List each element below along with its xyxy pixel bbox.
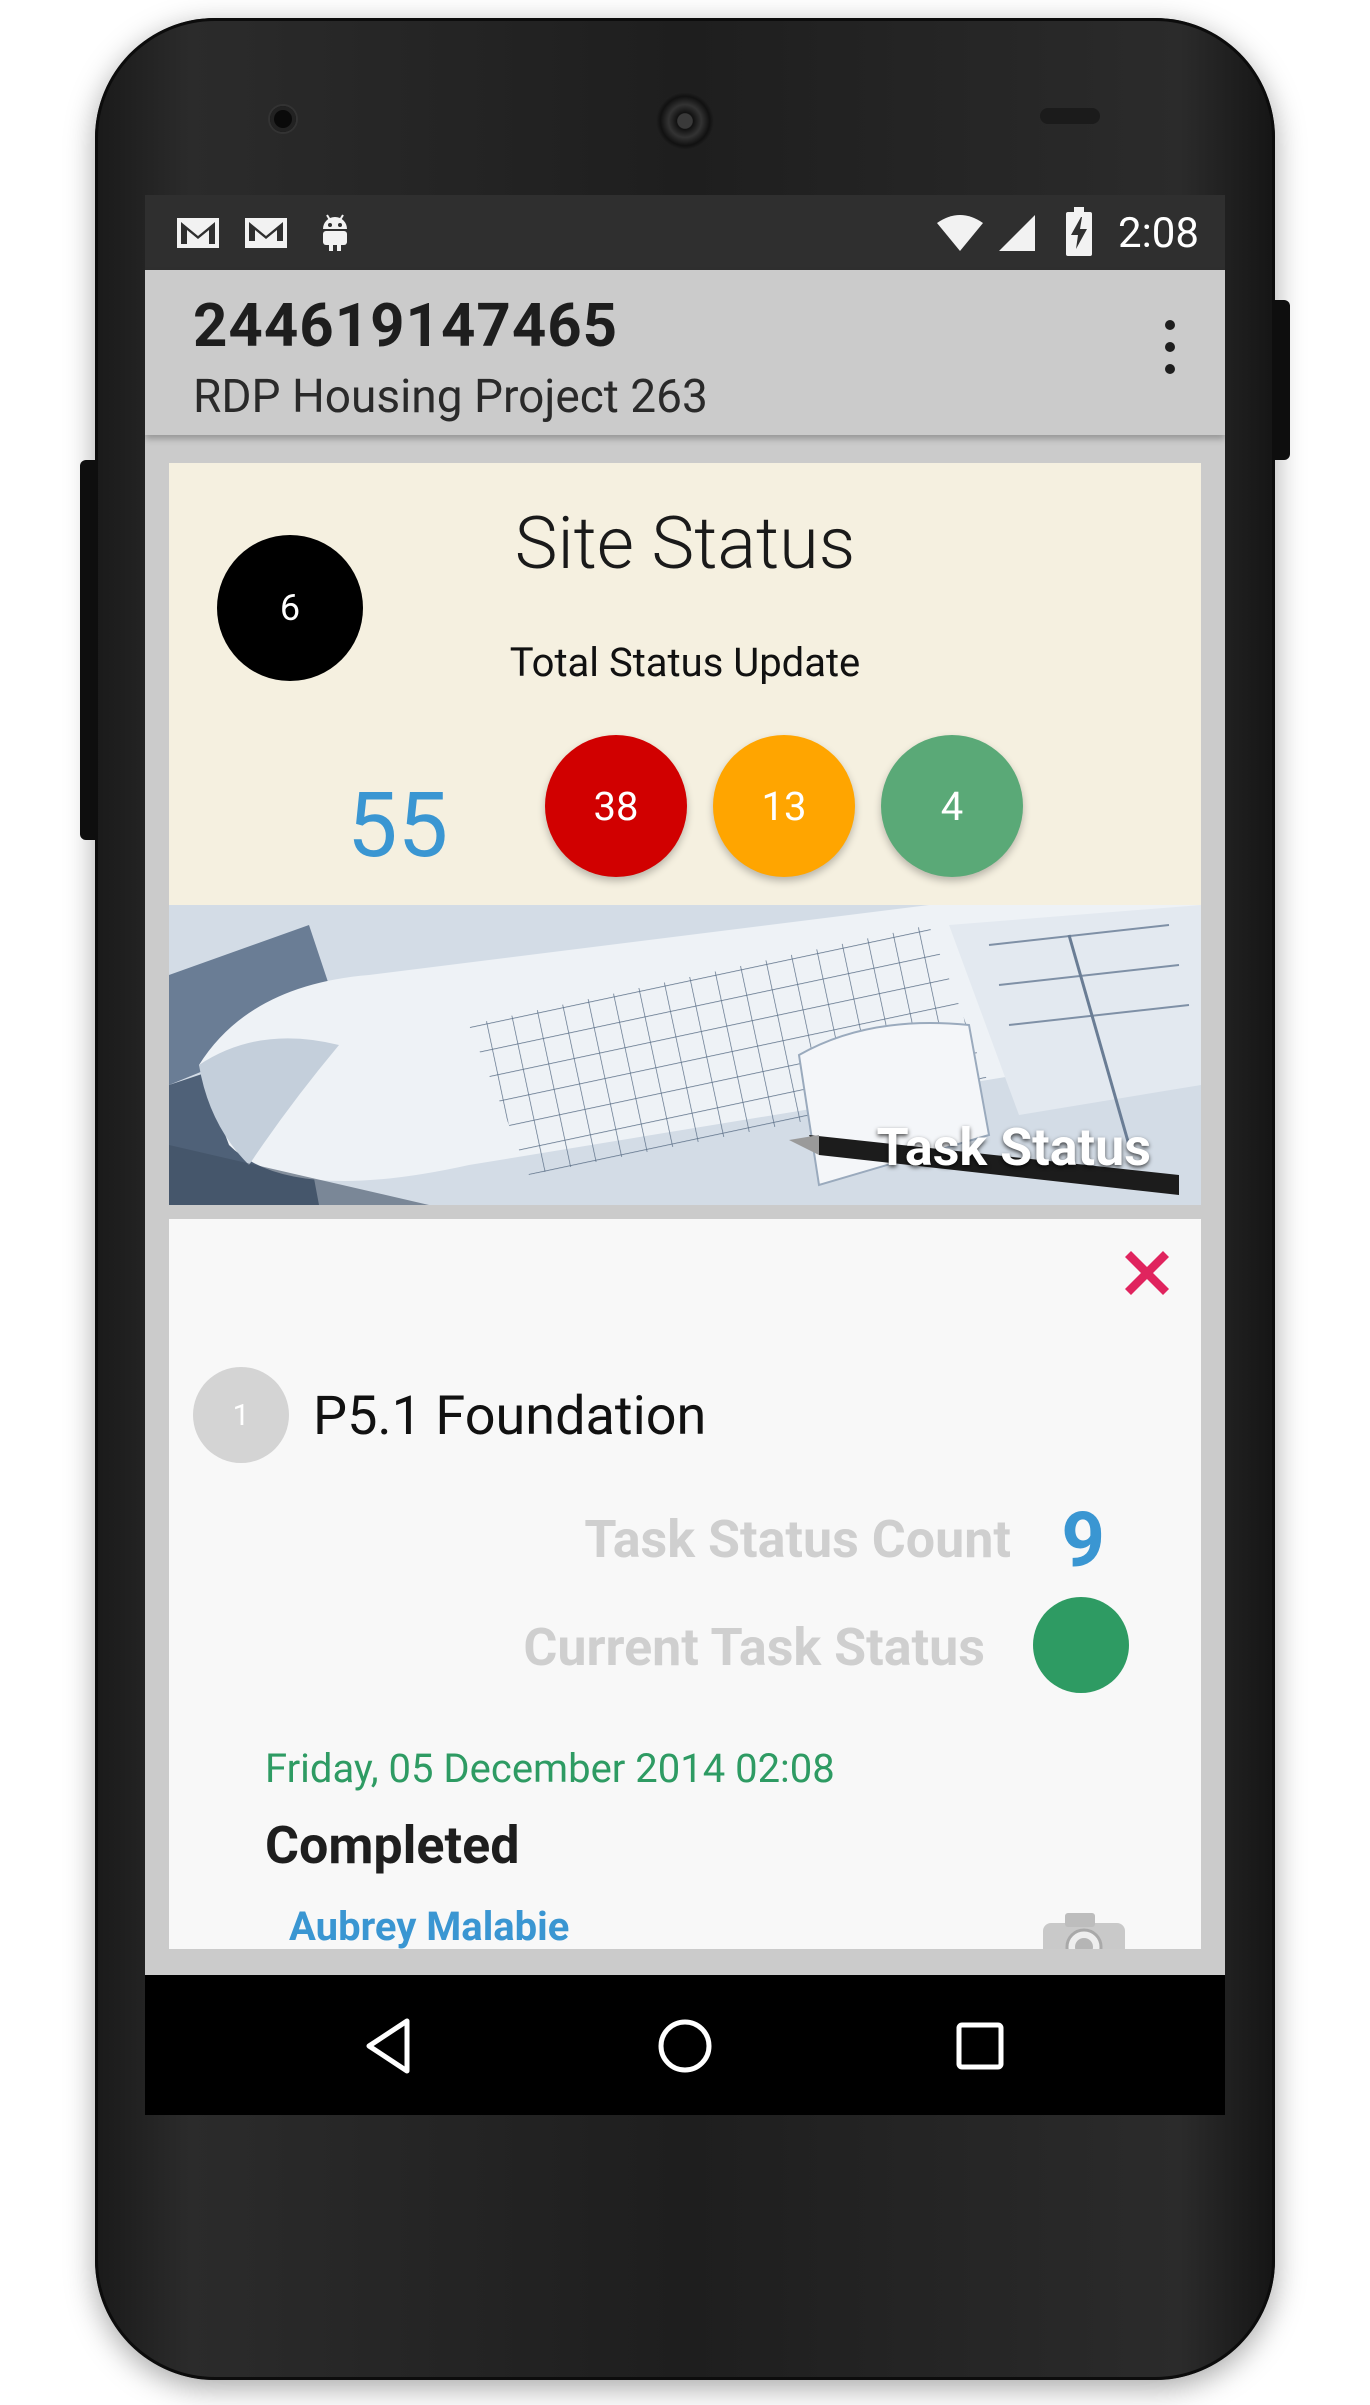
content-area: 6 Site Status Total Status Update 55 38 …	[169, 463, 1201, 2115]
site-status-title: Site Status	[514, 501, 856, 586]
site-status-subtitle: Total Status Update	[509, 639, 861, 686]
task-status-title: Task Status	[876, 1117, 1151, 1178]
update-user-link[interactable]: Aubrey Malabie	[289, 1903, 569, 1949]
signal-icon	[999, 215, 1035, 251]
back-icon[interactable]	[355, 2011, 425, 2081]
update-date: Friday, 05 December 2014 02:08	[265, 1745, 835, 1792]
update-status: Completed	[265, 1815, 520, 1876]
navigation-bar	[145, 1975, 1225, 2115]
current-task-status-indicator	[1033, 1597, 1129, 1693]
overflow-menu-icon[interactable]	[1155, 320, 1185, 380]
task-name[interactable]: P5.1 Foundation	[313, 1385, 706, 1448]
close-icon[interactable]	[1115, 1241, 1179, 1305]
screen: 2:08 244619147465 RDP Housing Project 26…	[145, 195, 1225, 2115]
step-number-badge: 1	[193, 1367, 289, 1463]
task-status-count-value: 9	[1061, 1495, 1105, 1585]
front-camera	[270, 106, 296, 132]
volume-button[interactable]	[80, 460, 98, 840]
gmail-alt-icon	[245, 218, 287, 248]
total-status-count: 55	[347, 773, 449, 878]
app-subtitle: RDP Housing Project 263	[193, 370, 708, 424]
site-status-card: 6 Site Status Total Status Update 55 38 …	[169, 463, 1201, 905]
task-status-count-label: Task Status Count	[584, 1509, 1011, 1570]
proximity-sensor	[1040, 108, 1100, 124]
action-bar: 244619147465 RDP Housing Project 263	[145, 270, 1225, 435]
power-button[interactable]	[1272, 300, 1290, 460]
camera-icon[interactable]	[1039, 1909, 1129, 1949]
status-bar: 2:08	[145, 195, 1225, 270]
recent-apps-icon[interactable]	[945, 2011, 1015, 2081]
wifi-icon	[937, 215, 983, 251]
current-task-status-label: Current Task Status	[523, 1617, 985, 1678]
task-status-banner: Task Status	[169, 905, 1201, 1205]
status-count-red[interactable]: 38	[545, 735, 687, 877]
gmail-icon	[177, 218, 219, 248]
earpiece-speaker	[656, 92, 714, 150]
home-icon[interactable]	[650, 2011, 720, 2081]
task-card: 1 P5.1 Foundation Task Status Count 9 Cu…	[169, 1219, 1201, 1949]
android-icon	[323, 214, 347, 251]
status-count-orange[interactable]: 13	[713, 735, 855, 877]
status-count-green[interactable]: 4	[881, 735, 1023, 877]
battery-charging-icon	[1066, 207, 1092, 256]
app-title: 244619147465	[193, 290, 619, 361]
status-time: 2:08	[1118, 209, 1199, 258]
